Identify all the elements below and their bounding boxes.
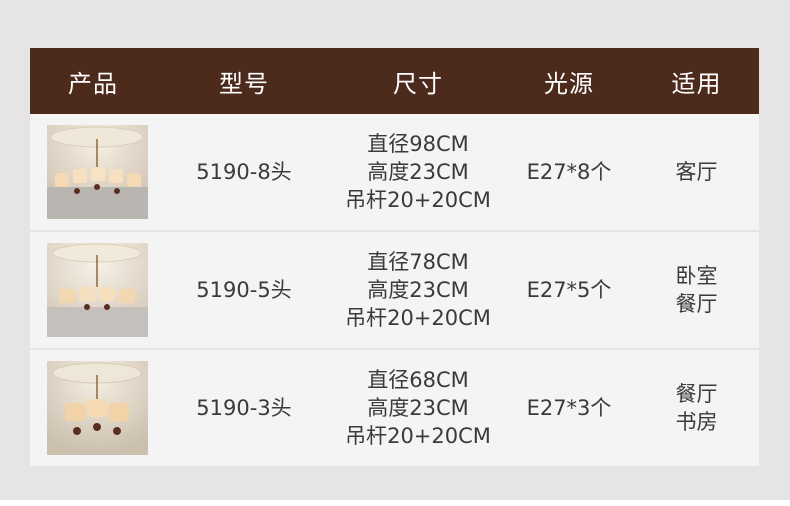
usage-item: 客厅 [675, 160, 718, 184]
model-cell: 5190-5头 [196, 278, 292, 302]
product-image-cell [30, 361, 156, 455]
size-cell: 直径68CM 高度23CM 吊杆20+20CM [332, 366, 504, 450]
table-header: 产品 型号 尺寸 光源 适用 [30, 48, 759, 114]
product-image-cell [30, 125, 156, 219]
header-model: 型号 [219, 69, 269, 98]
light-cell: E27*8个 [526, 160, 612, 184]
header-product: 产品 [68, 69, 118, 98]
size-rod: 吊杆20+20CM [345, 306, 491, 330]
chandelier-5-arm-image [46, 243, 148, 337]
size-diameter: 直径68CM [367, 368, 469, 392]
chandelier-8-arm-image [46, 125, 148, 219]
header-size: 尺寸 [393, 69, 443, 98]
table-row: 5190-5头 直径78CM 高度23CM 吊杆20+20CM E27*5个 卧… [30, 232, 759, 350]
size-height: 高度23CM [367, 396, 469, 420]
usage-cell: 卧室 餐厅 [634, 262, 759, 318]
light-cell: E27*3个 [526, 396, 612, 420]
usage-cell: 客厅 [634, 158, 759, 186]
bottom-strip [0, 500, 790, 506]
size-rod: 吊杆20+20CM [345, 188, 491, 212]
header-light: 光源 [544, 69, 594, 98]
usage-item: 餐厅 [675, 382, 718, 406]
size-height: 高度23CM [367, 278, 469, 302]
usage-item: 餐厅 [675, 292, 718, 316]
size-diameter: 直径98CM [367, 132, 469, 156]
model-cell: 5190-8头 [196, 160, 292, 184]
table-row: 5190-8头 直径98CM 高度23CM 吊杆20+20CM E27*8个 客… [30, 114, 759, 232]
usage-item: 卧室 [675, 264, 718, 288]
table-row: 5190-3头 直径68CM 高度23CM 吊杆20+20CM E27*3个 餐… [30, 350, 759, 466]
model-cell: 5190-3头 [196, 396, 292, 420]
page-background: 产品 型号 尺寸 光源 适用 5190-8头 直径98CM 高度23CM 吊杆2… [0, 0, 790, 500]
size-cell: 直径98CM 高度23CM 吊杆20+20CM [332, 130, 504, 214]
size-rod: 吊杆20+20CM [345, 424, 491, 448]
spec-table: 产品 型号 尺寸 光源 适用 5190-8头 直径98CM 高度23CM 吊杆2… [30, 48, 759, 466]
size-cell: 直径78CM 高度23CM 吊杆20+20CM [332, 248, 504, 332]
size-height: 高度23CM [367, 160, 469, 184]
light-cell: E27*5个 [526, 278, 612, 302]
usage-cell: 餐厅 书房 [634, 380, 759, 436]
header-usage: 适用 [671, 69, 722, 98]
chandelier-3-arm-image [46, 361, 148, 455]
usage-item: 书房 [675, 410, 718, 434]
product-image-cell [30, 243, 156, 337]
size-diameter: 直径78CM [367, 250, 469, 274]
